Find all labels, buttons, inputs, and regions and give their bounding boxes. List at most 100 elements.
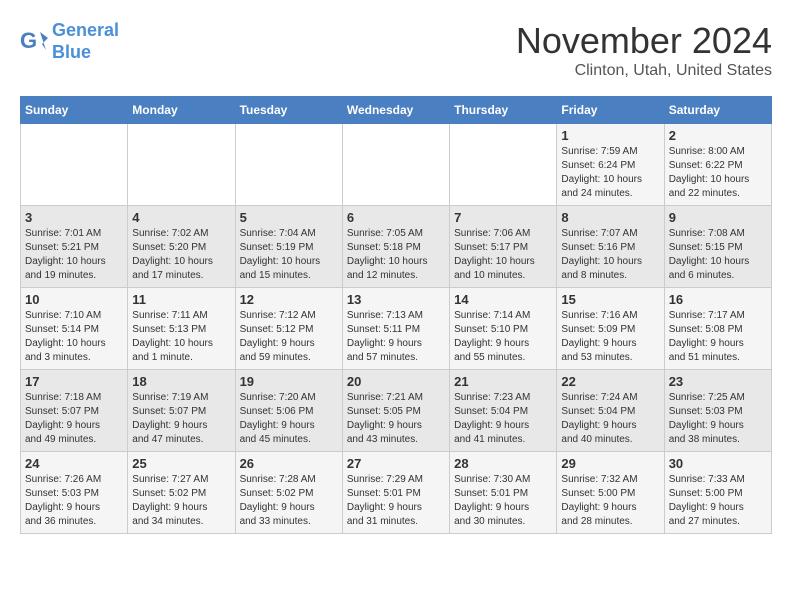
calendar-week-row: 24Sunrise: 7:26 AM Sunset: 5:03 PM Dayli… (21, 452, 772, 534)
calendar-cell (235, 124, 342, 206)
day-number: 3 (25, 210, 123, 225)
day-number: 17 (25, 374, 123, 389)
day-number: 14 (454, 292, 552, 307)
calendar-cell: 25 Sunrise: 7:27 AM Sunset: 5:02 PM Dayli… (128, 452, 235, 534)
day-number: 6 (347, 210, 445, 225)
calendar-cell (21, 124, 128, 206)
day-info: Sunrise: 7:01 AM Sunset: 5:21 PM Dayligh… (25, 227, 123, 283)
location-subtitle: Clinton, Utah, United States (516, 62, 772, 80)
day-number: 11 (132, 292, 230, 307)
day-info: Sunrise: 7:33 AM Sunset: 5:00 PM Dayligh… (669, 473, 767, 529)
day-number: 19 (240, 374, 338, 389)
day-info: Sunrise: 7:02 AM Sunset: 5:20 PM Dayligh… (132, 227, 230, 283)
day-info: Sunrise: 7:28 AM Sunset: 5:02 PM Dayligh… (240, 473, 338, 529)
day-info: Sunrise: 7:06 AM Sunset: 5:17 PM Dayligh… (454, 227, 552, 283)
day-info: Sunrise: 7:29 AM Sunset: 5:01 PM Dayligh… (347, 473, 445, 529)
logo: G General Blue (20, 20, 119, 63)
day-number: 4 (132, 210, 230, 225)
logo-line1: General (52, 20, 119, 40)
month-title: November 2024 (516, 20, 772, 62)
day-info: Sunrise: 7:59 AM Sunset: 6:24 PM Dayligh… (561, 145, 659, 201)
day-info: Sunrise: 7:23 AM Sunset: 5:04 PM Dayligh… (454, 391, 552, 447)
day-info: Sunrise: 7:16 AM Sunset: 5:09 PM Dayligh… (561, 309, 659, 365)
calendar-cell: 24Sunrise: 7:26 AM Sunset: 5:03 PM Dayli… (21, 452, 128, 534)
logo-line2: Blue (52, 42, 91, 62)
calendar-cell: 6 Sunrise: 7:05 AM Sunset: 5:18 PM Daylig… (342, 206, 449, 288)
day-info: Sunrise: 7:04 AM Sunset: 5:19 PM Dayligh… (240, 227, 338, 283)
calendar-cell: 12Sunrise: 7:12 AM Sunset: 5:12 PM Dayli… (235, 288, 342, 370)
day-number: 9 (669, 210, 767, 225)
calendar-week-row: 10 Sunrise: 7:10 AM Sunset: 5:14 PM Dayli… (21, 288, 772, 370)
day-of-week-header: Tuesday (235, 97, 342, 124)
day-number: 7 (454, 210, 552, 225)
day-number: 5 (240, 210, 338, 225)
calendar-cell: 3 Sunrise: 7:01 AM Sunset: 5:21 PM Daylig… (21, 206, 128, 288)
calendar-cell: 14 Sunrise: 7:14 AM Sunset: 5:10 PM Dayli… (450, 288, 557, 370)
day-number: 23 (669, 374, 767, 389)
day-of-week-header: Monday (128, 97, 235, 124)
calendar-cell: 27Sunrise: 7:29 AM Sunset: 5:01 PM Dayli… (342, 452, 449, 534)
calendar-cell: 28 Sunrise: 7:30 AM Sunset: 5:01 PM Dayli… (450, 452, 557, 534)
calendar-week-row: 3 Sunrise: 7:01 AM Sunset: 5:21 PM Daylig… (21, 206, 772, 288)
day-info: Sunrise: 7:13 AM Sunset: 5:11 PM Dayligh… (347, 309, 445, 365)
day-number: 15 (561, 292, 659, 307)
day-info: Sunrise: 7:19 AM Sunset: 5:07 PM Dayligh… (132, 391, 230, 447)
day-info: Sunrise: 7:18 AM Sunset: 5:07 PM Dayligh… (25, 391, 123, 447)
day-info: Sunrise: 7:24 AM Sunset: 5:04 PM Dayligh… (561, 391, 659, 447)
header: G General Blue November 2024 Clinton, Ut… (20, 20, 772, 80)
day-of-week-header: Saturday (664, 97, 771, 124)
day-number: 16 (669, 292, 767, 307)
calendar-cell: 15 Sunrise: 7:16 AM Sunset: 5:09 PM Dayli… (557, 288, 664, 370)
day-number: 1 (561, 128, 659, 143)
day-info: Sunrise: 7:17 AM Sunset: 5:08 PM Dayligh… (669, 309, 767, 365)
day-of-week-header: Thursday (450, 97, 557, 124)
calendar-cell: 16 Sunrise: 7:17 AM Sunset: 5:08 PM Dayli… (664, 288, 771, 370)
day-number: 26 (240, 456, 338, 471)
calendar-cell: 2 Sunrise: 8:00 AM Sunset: 6:22 PM Daylig… (664, 124, 771, 206)
day-number: 13 (347, 292, 445, 307)
day-number: 25 (132, 456, 230, 471)
calendar-cell: 22 Sunrise: 7:24 AM Sunset: 5:04 PM Dayli… (557, 370, 664, 452)
day-number: 20 (347, 374, 445, 389)
day-info: Sunrise: 7:05 AM Sunset: 5:18 PM Dayligh… (347, 227, 445, 283)
calendar-cell: 5 Sunrise: 7:04 AM Sunset: 5:19 PM Daylig… (235, 206, 342, 288)
calendar-cell: 20 Sunrise: 7:21 AM Sunset: 5:05 PM Dayli… (342, 370, 449, 452)
day-of-week-header: Wednesday (342, 97, 449, 124)
calendar-cell: 7 Sunrise: 7:06 AM Sunset: 5:17 PM Daylig… (450, 206, 557, 288)
calendar-week-row: 1 Sunrise: 7:59 AM Sunset: 6:24 PM Daylig… (21, 124, 772, 206)
day-of-week-header: Sunday (21, 97, 128, 124)
calendar-week-row: 17 Sunrise: 7:18 AM Sunset: 5:07 PM Dayli… (21, 370, 772, 452)
svg-text:G: G (20, 28, 37, 53)
day-number: 10 (25, 292, 123, 307)
day-of-week-header: Friday (557, 97, 664, 124)
calendar-table: SundayMondayTuesdayWednesdayThursdayFrid… (20, 96, 772, 534)
calendar-cell: 1 Sunrise: 7:59 AM Sunset: 6:24 PM Daylig… (557, 124, 664, 206)
day-number: 2 (669, 128, 767, 143)
day-number: 30 (669, 456, 767, 471)
day-number: 29 (561, 456, 659, 471)
day-number: 28 (454, 456, 552, 471)
day-info: Sunrise: 8:00 AM Sunset: 6:22 PM Dayligh… (669, 145, 767, 201)
day-info: Sunrise: 7:10 AM Sunset: 5:14 PM Dayligh… (25, 309, 123, 365)
day-info: Sunrise: 7:14 AM Sunset: 5:10 PM Dayligh… (454, 309, 552, 365)
day-info: Sunrise: 7:21 AM Sunset: 5:05 PM Dayligh… (347, 391, 445, 447)
calendar-cell: 9 Sunrise: 7:08 AM Sunset: 5:15 PM Daylig… (664, 206, 771, 288)
day-info: Sunrise: 7:30 AM Sunset: 5:01 PM Dayligh… (454, 473, 552, 529)
calendar-cell: 18Sunrise: 7:19 AM Sunset: 5:07 PM Dayli… (128, 370, 235, 452)
day-info: Sunrise: 7:08 AM Sunset: 5:15 PM Dayligh… (669, 227, 767, 283)
calendar-cell: 11Sunrise: 7:11 AM Sunset: 5:13 PM Dayli… (128, 288, 235, 370)
title-area: November 2024 Clinton, Utah, United Stat… (516, 20, 772, 80)
day-number: 22 (561, 374, 659, 389)
day-info: Sunrise: 7:27 AM Sunset: 5:02 PM Dayligh… (132, 473, 230, 529)
calendar-cell: 21 Sunrise: 7:23 AM Sunset: 5:04 PM Dayli… (450, 370, 557, 452)
calendar-cell (128, 124, 235, 206)
days-of-week-row: SundayMondayTuesdayWednesdayThursdayFrid… (21, 97, 772, 124)
calendar-cell: 19Sunrise: 7:20 AM Sunset: 5:06 PM Dayli… (235, 370, 342, 452)
calendar-cell: 30 Sunrise: 7:33 AM Sunset: 5:00 PM Dayli… (664, 452, 771, 534)
calendar-cell: 17 Sunrise: 7:18 AM Sunset: 5:07 PM Dayli… (21, 370, 128, 452)
day-info: Sunrise: 7:25 AM Sunset: 5:03 PM Dayligh… (669, 391, 767, 447)
logo-icon: G (20, 28, 48, 56)
calendar-cell: 4 Sunrise: 7:02 AM Sunset: 5:20 PM Daylig… (128, 206, 235, 288)
calendar-cell (450, 124, 557, 206)
day-number: 21 (454, 374, 552, 389)
